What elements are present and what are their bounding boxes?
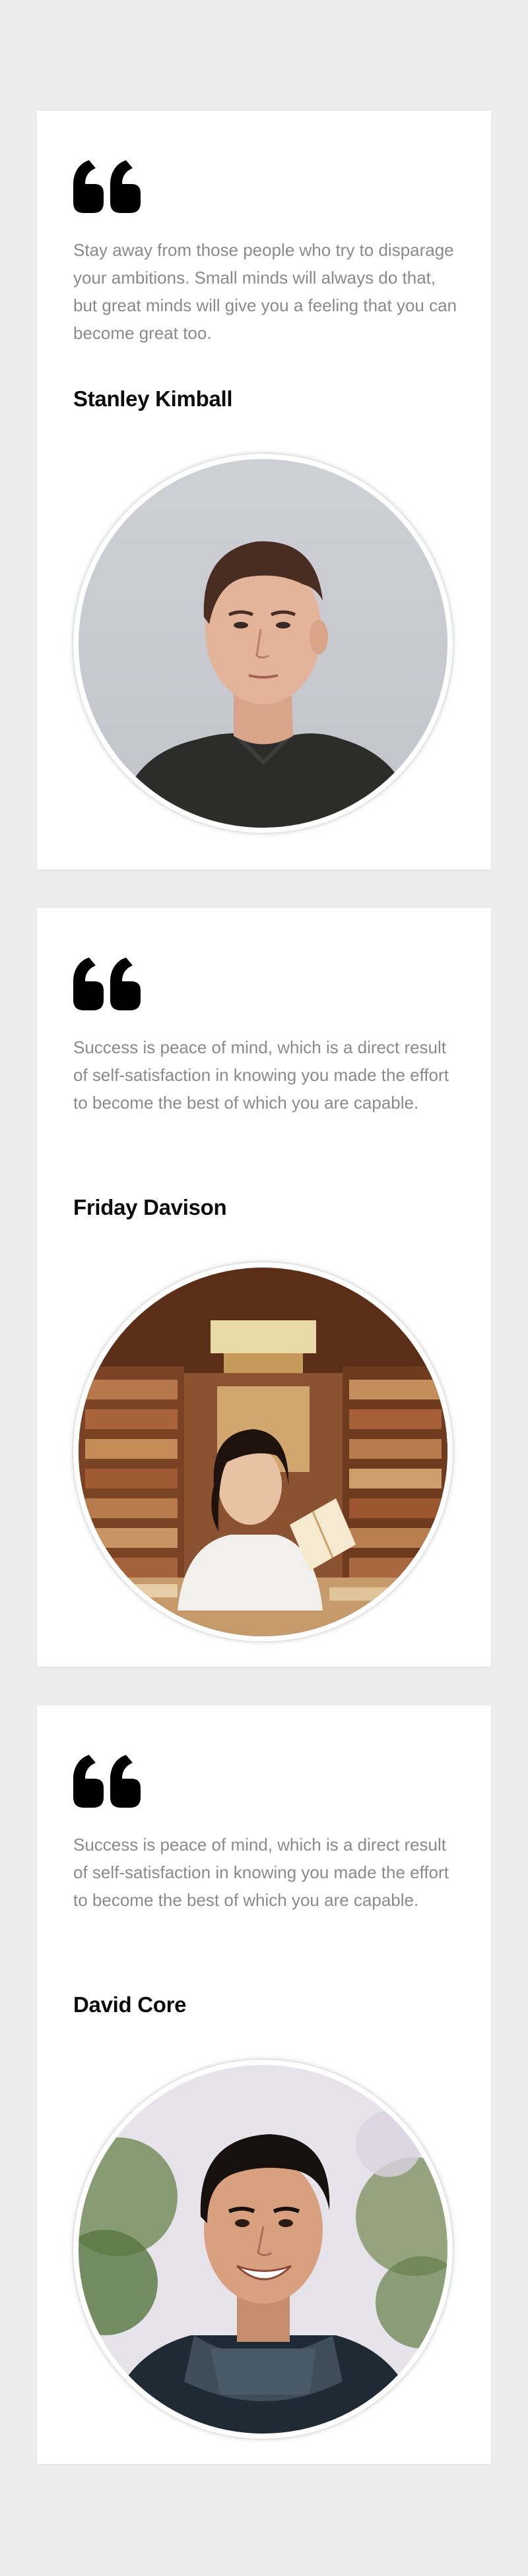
- author-name: Friday Davison: [73, 1195, 227, 1219]
- quote-text: Success is peace of mind, which is a dir…: [73, 1835, 449, 1910]
- quote-icon: [73, 1755, 141, 1808]
- testimonial-card: Success is peace of mind, which is a dir…: [37, 908, 491, 1667]
- testimonial-card: Stay away from those people who try to d…: [37, 111, 491, 869]
- quote-text: Stay away from those people who try to d…: [73, 240, 457, 343]
- avatar: [73, 2060, 453, 2439]
- author-name: David Core: [73, 1992, 187, 2017]
- quote-text: Success is peace of mind, which is a dir…: [73, 1037, 449, 1113]
- avatar-photo: [79, 459, 447, 828]
- quote-icon: [73, 160, 141, 213]
- quote-icon: [73, 958, 141, 1010]
- avatar-photo: [79, 1268, 447, 1636]
- avatar-photo: [79, 2065, 447, 2434]
- avatar: [73, 1262, 453, 1641]
- testimonial-card: Success is peace of mind, which is a dir…: [37, 1705, 491, 2464]
- avatar: [73, 454, 453, 833]
- author-name: Stanley Kimball: [73, 386, 233, 411]
